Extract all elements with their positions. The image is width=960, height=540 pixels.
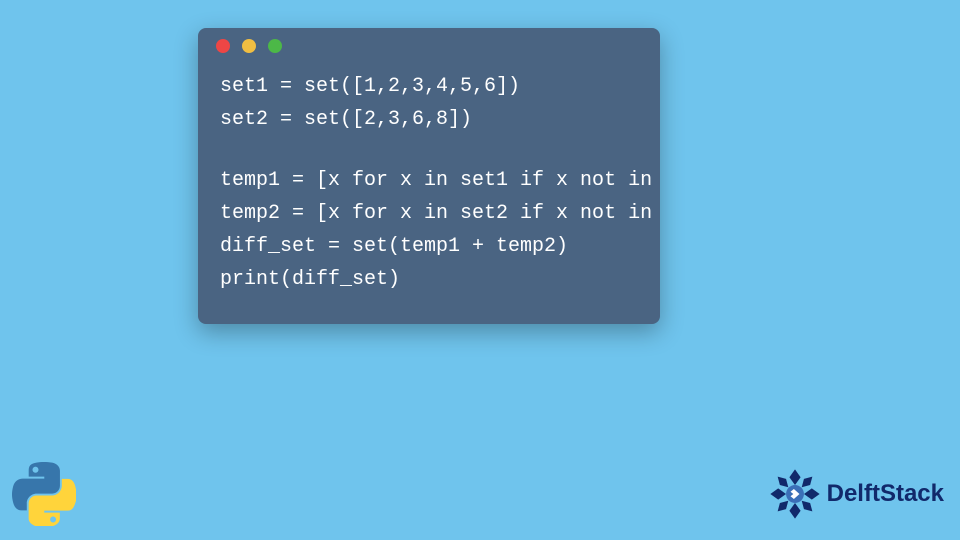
minimize-icon: [242, 39, 256, 53]
code-line: temp1 = [x for x in set1 if x not in set…: [220, 164, 638, 197]
delftstack-logo: DelftStack: [767, 466, 944, 522]
code-line: set2 = set([2,3,6,8]): [220, 103, 638, 136]
code-body: set1 = set([1,2,3,4,5,6]) set2 = set([2,…: [198, 64, 660, 324]
code-blank-line: [220, 136, 638, 164]
delftstack-brand-text: DelftStack: [827, 480, 944, 508]
close-icon: [216, 39, 230, 53]
code-line: set1 = set([1,2,3,4,5,6]): [220, 70, 638, 103]
code-window: set1 = set([1,2,3,4,5,6]) set2 = set([2,…: [198, 28, 660, 324]
code-line: print(diff_set): [220, 263, 638, 296]
window-titlebar: [198, 28, 660, 64]
code-line: temp2 = [x for x in set2 if x not in set…: [220, 197, 638, 230]
code-line: diff_set = set(temp1 + temp2): [220, 230, 638, 263]
maximize-icon: [268, 39, 282, 53]
delftstack-flower-icon: [767, 466, 823, 522]
python-logo-icon: [12, 462, 76, 526]
